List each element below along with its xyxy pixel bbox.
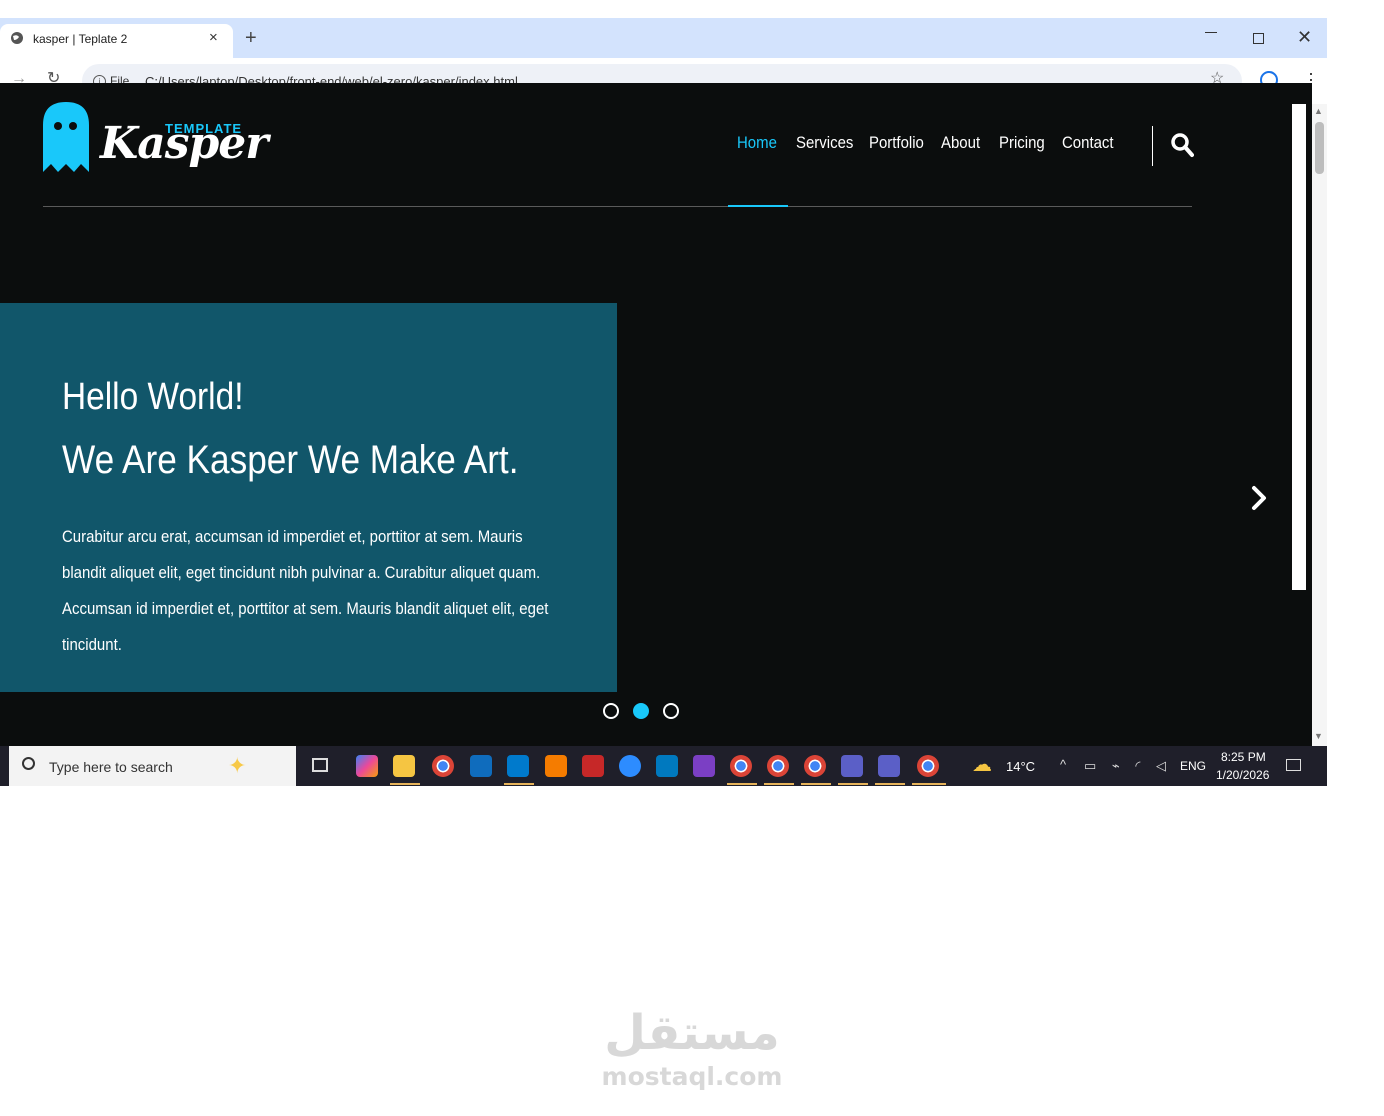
running-indicator — [504, 783, 534, 785]
slider-bullet[interactable] — [603, 703, 619, 719]
chrome-icon[interactable] — [917, 755, 939, 777]
weather-icon[interactable]: ☁ — [972, 753, 992, 777]
minimize-icon[interactable] — [1205, 32, 1217, 33]
chrome-icon[interactable] — [432, 755, 454, 777]
chrome-icon[interactable] — [767, 755, 789, 777]
header-divider — [43, 206, 1192, 207]
ghost-logo-icon[interactable] — [43, 102, 89, 172]
taskbar-search-icon — [22, 757, 35, 770]
nav-link-about[interactable]: About — [941, 133, 980, 153]
restore-icon[interactable] — [1253, 33, 1264, 44]
teams-icon[interactable] — [841, 755, 863, 777]
running-indicator — [838, 783, 868, 785]
running-indicator — [764, 783, 794, 785]
visual-studio-icon[interactable] — [693, 755, 715, 777]
nav-link-contact[interactable]: Contact — [1062, 133, 1114, 153]
page-side-bar — [1292, 104, 1306, 590]
watermark-latin: mostaql.com — [601, 1062, 783, 1091]
copilot-icon[interactable] — [356, 755, 378, 777]
scrollbar-thumb[interactable] — [1315, 122, 1324, 174]
taskbar-search-placeholder[interactable]: Type here to search — [49, 759, 173, 775]
running-indicator — [390, 783, 420, 785]
file-explorer-icon[interactable] — [393, 755, 415, 777]
chevron-right-icon[interactable] — [1248, 480, 1270, 516]
nav-divider — [1152, 126, 1153, 166]
git-icon[interactable] — [545, 755, 567, 777]
nav-link-home[interactable]: Home — [737, 133, 777, 153]
hero-title: Hello World! — [62, 376, 244, 418]
weather-temperature[interactable]: 14°C — [1006, 759, 1035, 774]
hero-paragraph: Curabitur arcu erat, accumsan id imperdi… — [62, 527, 549, 654]
trello-icon[interactable] — [656, 755, 678, 777]
running-indicator — [801, 783, 831, 785]
browser-scrollbar[interactable] — [1312, 104, 1327, 746]
running-indicator — [875, 783, 905, 785]
scroll-down-icon[interactable]: ▼ — [1314, 731, 1323, 741]
running-indicator — [912, 783, 946, 785]
window-close-icon[interactable]: ✕ — [1297, 25, 1312, 49]
page-background-strip — [0, 692, 1312, 703]
system-tray-icons[interactable]: ▭ ⌁ ◜ ◁ — [1084, 758, 1172, 774]
task-view-icon[interactable] — [312, 758, 328, 772]
clock-time[interactable]: 8:25 PM — [1221, 750, 1266, 764]
nav-link-services[interactable]: Services — [796, 133, 853, 153]
running-indicator — [727, 783, 757, 785]
tab-title: kasper | Teplate 2 — [33, 32, 128, 46]
watermark-arabic: مستقل — [604, 1005, 780, 1061]
scroll-up-icon[interactable]: ▲ — [1314, 106, 1323, 116]
globe-icon — [11, 32, 23, 44]
active-nav-indicator — [728, 205, 788, 207]
chrome-icon[interactable] — [730, 755, 752, 777]
clock-date[interactable]: 1/20/2026 — [1216, 768, 1269, 782]
chrome-icon[interactable] — [804, 755, 826, 777]
outlook-icon[interactable] — [470, 755, 492, 777]
notification-icon[interactable] — [1286, 759, 1301, 771]
sparkle-icon[interactable]: ✦ — [228, 753, 246, 779]
logo-tagline: TEMPLATE — [165, 121, 243, 136]
new-tab-button[interactable]: + — [245, 27, 257, 49]
zoom-icon[interactable] — [619, 755, 641, 777]
teams-icon[interactable] — [878, 755, 900, 777]
snipping-tool-icon[interactable] — [582, 755, 604, 777]
vscode-icon[interactable] — [507, 755, 529, 777]
hero-subtitle: We Are Kasper We Make Art. — [62, 438, 519, 482]
slider-bullet-active[interactable] — [633, 703, 649, 719]
search-icon[interactable] — [1170, 132, 1194, 158]
language-indicator[interactable]: ENG — [1180, 759, 1206, 773]
slider-bullet[interactable] — [663, 703, 679, 719]
tab-close-icon[interactable]: × — [209, 29, 218, 47]
nav-link-portfolio[interactable]: Portfolio — [869, 133, 924, 153]
nav-link-pricing[interactable]: Pricing — [999, 133, 1045, 153]
tray-overflow-icon[interactable]: ^ — [1060, 757, 1066, 772]
